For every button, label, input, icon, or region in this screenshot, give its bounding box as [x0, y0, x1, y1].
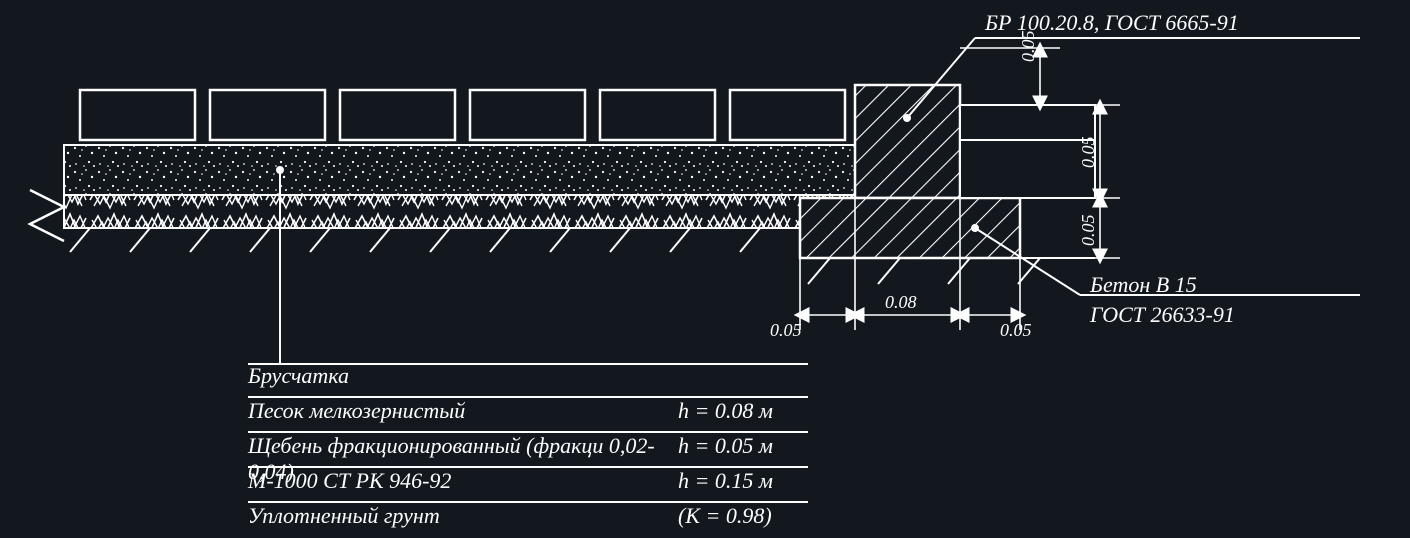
material-legend: Брусчатка Песок мелкозернистый h = 0.08 …: [248, 363, 808, 536]
legend-row-2: Песок мелкозернистый h = 0.08 м: [248, 398, 808, 433]
dim-mid-h: 0.05: [1078, 137, 1099, 169]
legend-mat-5: Уплотненный грунт: [248, 503, 678, 529]
legend-row-1: Брусчатка: [248, 363, 808, 398]
legend-val-5: (K = 0.98): [678, 503, 808, 529]
legend-mat-1: Брусчатка: [248, 363, 678, 389]
paver-row: [80, 90, 845, 140]
dim-curb-w: 0.08: [885, 292, 917, 313]
pavement-section-diagram: { "callouts": { "curb": "БР 100.20.8, ГО…: [0, 0, 1410, 538]
dim-left-w: 0.05: [770, 320, 802, 341]
legend-mat-4: М-1000 СТ РК 946-92: [248, 468, 678, 494]
right-ground-profile: [960, 105, 1095, 140]
legend-val-3: h = 0.05 м: [678, 433, 808, 459]
concrete-footing: [800, 198, 1020, 258]
legend-val-4: h = 0.15 м: [678, 468, 808, 494]
legend-row-4: М-1000 СТ РК 946-92 h = 0.15 м: [248, 468, 808, 503]
legend-val-2: h = 0.08 м: [678, 398, 808, 424]
sand-layer: [64, 145, 855, 195]
curb-stone: [855, 85, 960, 198]
dim-bot-h: 0.05: [1078, 215, 1099, 247]
callout-beton2: ГОСТ 26633-91: [1090, 302, 1235, 328]
legend-row-5: Уплотненный грунт (K = 0.98): [248, 503, 808, 536]
dim-right-w: 0.05: [1000, 320, 1032, 341]
dim-top-h: 0.05: [1018, 31, 1039, 63]
legend-row-3: Щебень фракционированный (фракци 0,02-0,…: [248, 433, 808, 468]
legend-mat-2: Песок мелкозернистый: [248, 398, 678, 424]
callout-beton1: Бетон В 15: [1090, 272, 1197, 298]
gravel-layer: [64, 195, 855, 228]
